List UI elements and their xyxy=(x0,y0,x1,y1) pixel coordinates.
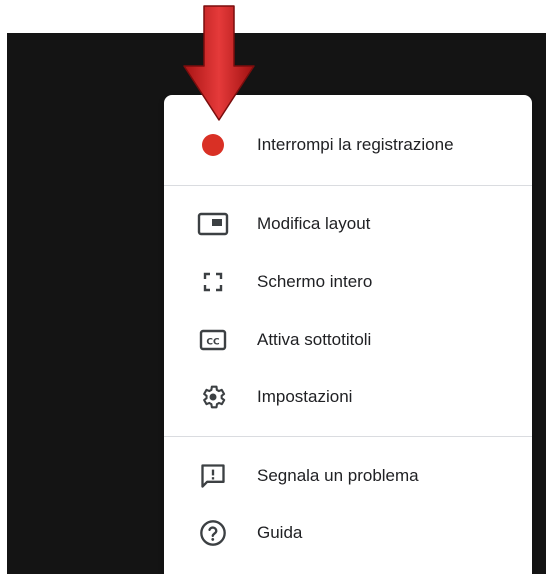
menu-divider xyxy=(164,436,532,437)
gear-icon xyxy=(196,380,230,414)
fullscreen-icon xyxy=(196,265,230,299)
feedback-icon xyxy=(196,459,230,493)
menu-item-report-problem[interactable]: Segnala un problema xyxy=(164,450,532,502)
menu-item-label: Guida xyxy=(257,523,303,542)
menu-item-stop-recording[interactable]: Interrompi la registrazione xyxy=(164,119,532,171)
options-menu: Interrompi la registrazione Modifica lay… xyxy=(164,95,532,574)
menu-item-label: Interrompi la registrazione xyxy=(257,135,454,154)
menu-item-label: Impostazioni xyxy=(257,387,353,406)
menu-item-label: Attiva sottotitoli xyxy=(257,330,372,349)
menu-item-label: Modifica layout xyxy=(257,214,371,233)
menu-item-change-layout[interactable]: Modifica layout xyxy=(164,198,532,250)
annotation-arrow-icon xyxy=(183,5,255,121)
svg-text:CC: CC xyxy=(206,338,220,348)
menu-item-fullscreen[interactable]: Schermo intero xyxy=(164,256,532,308)
record-dot-icon xyxy=(196,128,230,162)
closed-captions-icon: CC xyxy=(196,323,230,357)
screen: Interrompi la registrazione Modifica lay… xyxy=(0,0,546,574)
menu-item-label: Segnala un problema xyxy=(257,466,419,485)
menu-item-captions[interactable]: CC Attiva sottotitoli xyxy=(164,314,532,366)
layout-icon xyxy=(196,207,230,241)
menu-item-label: Schermo intero xyxy=(257,272,373,291)
menu-item-help[interactable]: Guida xyxy=(164,507,532,559)
menu-item-settings[interactable]: Impostazioni xyxy=(164,371,532,423)
menu-divider xyxy=(164,185,532,186)
help-icon xyxy=(196,516,230,550)
